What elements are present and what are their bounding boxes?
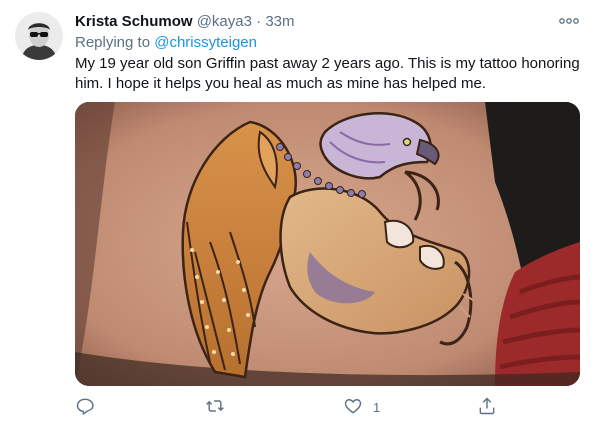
share-icon: [477, 396, 497, 419]
heart-icon: [343, 396, 363, 419]
tweet-header: Krista Schumow @kaya3 · 33m: [75, 12, 583, 32]
share-button[interactable]: [477, 395, 497, 419]
tweet-media-photo[interactable]: [75, 102, 580, 386]
reply-icon: [75, 396, 95, 419]
reply-button[interactable]: [75, 395, 95, 419]
retweet-button[interactable]: [205, 395, 225, 419]
like-count: 1: [373, 399, 381, 415]
more-options-icon[interactable]: [558, 13, 580, 29]
separator-dot: ·: [256, 13, 262, 30]
like-button[interactable]: 1: [343, 395, 380, 419]
retweet-icon: [205, 396, 225, 419]
display-name[interactable]: Krista Schumow: [75, 13, 193, 30]
tattoo-photo: [75, 102, 580, 386]
avatar[interactable]: [15, 12, 63, 60]
replying-prefix: Replying to: [75, 34, 151, 51]
replying-to: Replying to @chrissyteigen: [75, 33, 257, 53]
avatar-image: [15, 12, 63, 60]
reply-mention-link[interactable]: @chrissyteigen: [154, 34, 257, 51]
tweet-text: My 19 year old son Griffin past away 2 y…: [75, 55, 580, 92]
tweet-actions: 1: [75, 395, 580, 419]
user-handle[interactable]: @kaya3: [197, 13, 252, 30]
timestamp[interactable]: 33m: [265, 13, 294, 30]
